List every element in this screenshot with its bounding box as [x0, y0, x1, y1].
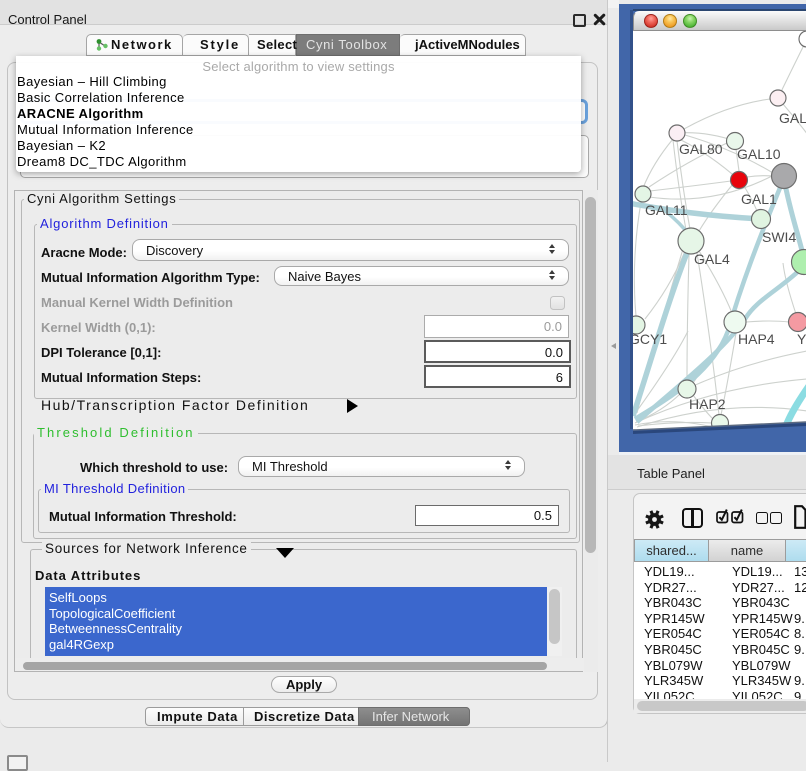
svg-text:GAL80: GAL80: [779, 110, 806, 126]
svg-text:GAL11: GAL11: [645, 202, 688, 218]
svg-text:GAL10: GAL10: [737, 146, 781, 162]
svg-text:SWI4: SWI4: [762, 229, 796, 245]
svg-text:GCY1: GCY1: [633, 331, 667, 347]
svg-text:HAP2: HAP2: [689, 396, 726, 412]
svg-text:YD: YD: [797, 331, 806, 347]
svg-text:GAL1: GAL1: [741, 191, 777, 207]
svg-text:GAL4: GAL4: [694, 251, 730, 267]
svg-text:GAL80: GAL80: [679, 141, 723, 157]
svg-text:HAP4: HAP4: [738, 331, 775, 347]
